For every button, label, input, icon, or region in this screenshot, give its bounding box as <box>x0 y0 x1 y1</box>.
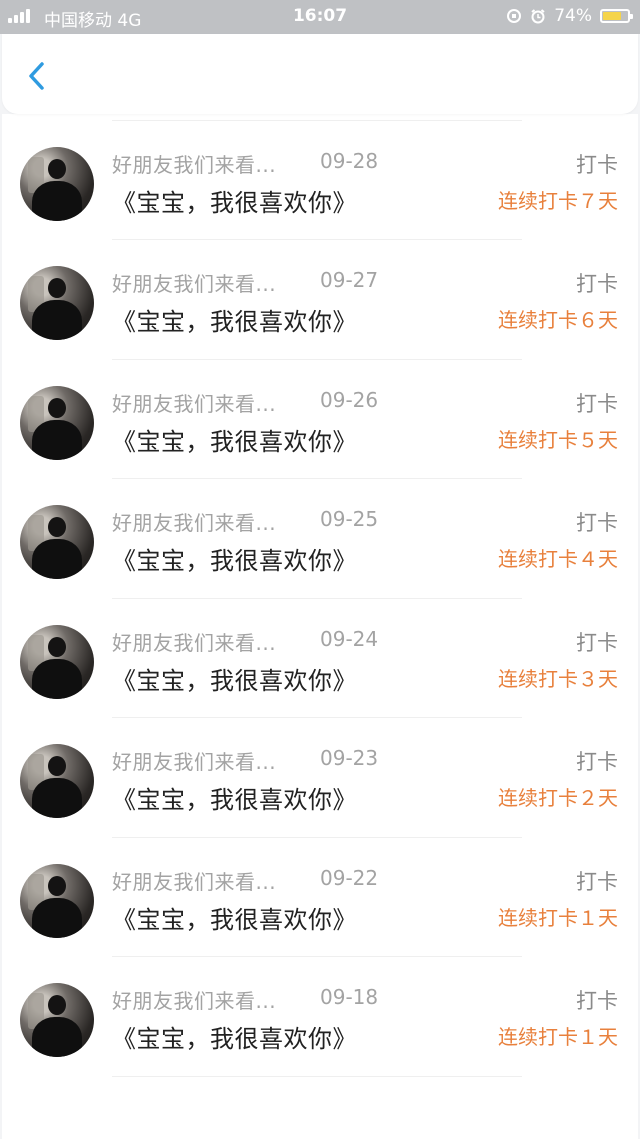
book-title: 《宝宝，我很喜欢你》 <box>112 188 357 217</box>
checkin-label: 打卡 <box>576 989 618 1013</box>
checkin-label: 打卡 <box>576 391 618 416</box>
streak-count: 连续打卡６天 <box>498 308 618 332</box>
checkin-date: 09-26 <box>320 387 379 412</box>
streak-count: 连续打卡５天 <box>498 427 618 452</box>
sender-name: 好朋友我们来看... <box>112 630 277 655</box>
list-item[interactable]: 好朋友我们来看... 09-18 打卡 《宝宝，我很喜欢你》 连续打卡１天 <box>2 957 638 1077</box>
book-title: 《宝宝，我很喜欢你》 <box>112 905 357 934</box>
chevron-left-icon <box>29 62 44 90</box>
checkin-date: 09-28 <box>320 148 379 173</box>
book-title: 《宝宝，我很喜欢你》 <box>112 547 357 575</box>
streak-count: 连续打卡２天 <box>498 786 618 810</box>
avatar[interactable] <box>20 146 94 221</box>
avatar[interactable] <box>20 505 94 579</box>
battery-percent: 74% <box>554 6 592 26</box>
sender-name: 好朋友我们来看... <box>112 272 277 296</box>
avatar[interactable] <box>20 624 94 699</box>
list-item[interactable]: 好朋友我们来看... 09-23 打卡 《宝宝，我很喜欢你》 连续打卡２天 <box>2 718 638 838</box>
sender-name: 好朋友我们来看... <box>112 511 277 535</box>
avatar[interactable] <box>20 983 94 1057</box>
battery-icon <box>600 9 633 23</box>
list-item[interactable]: 好朋友我们来看... 09-28 打卡 《宝宝，我很喜欢你》 连续打卡７天 <box>2 121 638 240</box>
sender-name: 好朋友我们来看... <box>112 152 277 177</box>
sender-name: 好朋友我们来看... <box>112 869 277 894</box>
checkin-date: 09-23 <box>320 746 379 770</box>
streak-count: 连续打卡７天 <box>498 188 618 213</box>
list-item[interactable]: 好朋友我们来看... 09-24 打卡 《宝宝，我很喜欢你》 连续打卡３天 <box>2 599 638 718</box>
checkin-date: 09-18 <box>320 985 379 1009</box>
nav-bar <box>2 34 638 114</box>
list-item[interactable]: 好朋友我们来看... 09-22 打卡 《宝宝，我很喜欢你》 连续打卡１天 <box>2 838 638 957</box>
list-item[interactable]: 好朋友我们来看... 09-26 打卡 《宝宝，我很喜欢你》 连续打卡５天 <box>2 360 638 479</box>
alarm-icon <box>531 9 545 24</box>
orientation-lock-icon <box>507 9 522 23</box>
back-button[interactable] <box>22 58 56 94</box>
checkin-list: 好朋友我们来看... 打卡 《卡布奇诺的温柔浪漫》 连续打卡１天 好朋友我们来看… <box>2 114 638 1077</box>
streak-count: 连续打卡４天 <box>498 547 618 571</box>
checkin-date: 09-22 <box>320 865 379 890</box>
checkin-label: 打卡 <box>576 869 618 894</box>
book-title: 《宝宝，我很喜欢你》 <box>112 666 357 695</box>
book-title: 《宝宝，我很喜欢你》 <box>112 786 357 814</box>
avatar[interactable] <box>20 385 94 460</box>
book-title: 《宝宝，我很喜欢你》 <box>112 427 357 456</box>
avatar[interactable] <box>20 863 94 938</box>
checkin-label: 打卡 <box>576 630 618 655</box>
status-right: 74% <box>506 6 633 26</box>
checkin-label: 打卡 <box>576 272 618 296</box>
checkin-date: 09-24 <box>320 626 379 651</box>
divider <box>112 1075 522 1077</box>
checkin-label: 打卡 <box>576 511 618 535</box>
avatar[interactable] <box>20 744 94 818</box>
checkin-date: 09-25 <box>320 507 379 531</box>
list-item[interactable]: 好朋友我们来看... 09-25 打卡 《宝宝，我很喜欢你》 连续打卡４天 <box>2 479 638 599</box>
streak-count: 连续打卡１天 <box>498 905 618 930</box>
avatar[interactable] <box>20 266 94 340</box>
book-title: 《宝宝，我很喜欢你》 <box>112 1025 357 1053</box>
streak-count: 连续打卡１天 <box>498 1025 618 1049</box>
checkin-card: 好朋友我们来看... 打卡 《卡布奇诺的温柔浪漫》 连续打卡１天 好朋友我们来看… <box>2 114 638 1139</box>
checkin-label: 打卡 <box>576 750 618 774</box>
sender-name: 好朋友我们来看... <box>112 989 277 1013</box>
list-item[interactable]: 好朋友我们来看... 09-27 打卡 《宝宝，我很喜欢你》 连续打卡６天 <box>2 240 638 360</box>
checkin-date: 09-27 <box>320 268 379 292</box>
status-bar: 中国移动 4G 16:07 74% <box>0 0 640 34</box>
sender-name: 好朋友我们来看... <box>112 750 277 774</box>
checkin-label: 打卡 <box>576 152 618 177</box>
streak-count: 连续打卡３天 <box>498 666 618 691</box>
book-title: 《宝宝，我很喜欢你》 <box>112 308 357 336</box>
sender-name: 好朋友我们来看... <box>112 391 277 416</box>
